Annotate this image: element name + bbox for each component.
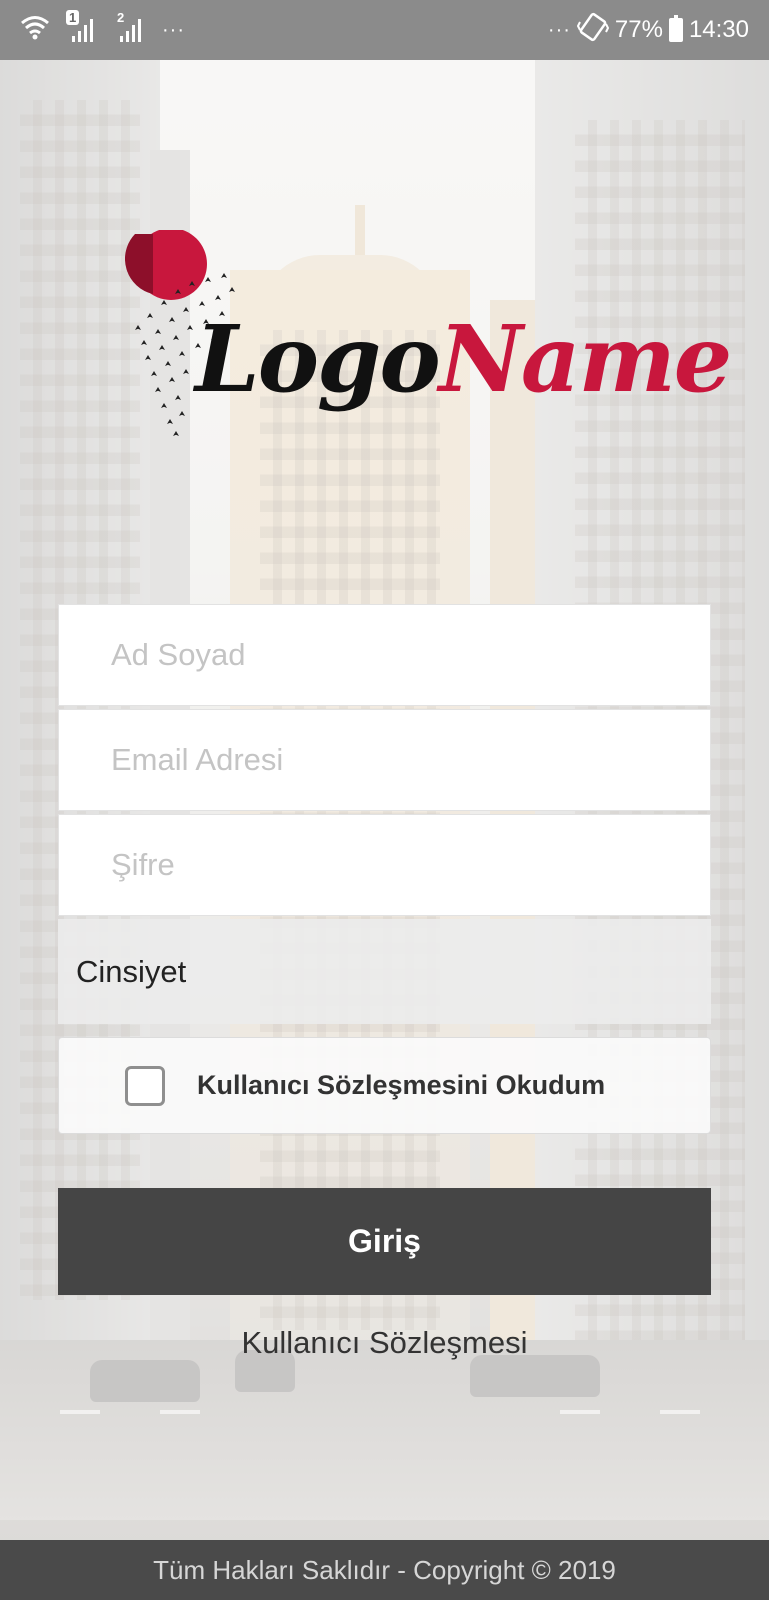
more-icons-indicator: ··· <box>547 18 571 41</box>
login-button[interactable]: Giriş <box>58 1188 711 1295</box>
logo-wordmark: LogoName <box>195 305 733 413</box>
email-input[interactable] <box>111 742 710 778</box>
footer: Tüm Hakları Saklıdır - Copyright © 2019 <box>0 1540 769 1600</box>
logo-word-1: Logo <box>195 305 441 413</box>
signal-icon: 2 <box>114 10 146 44</box>
name-input[interactable] <box>111 637 710 673</box>
battery-percent: 77% <box>614 16 663 43</box>
clock: 14:30 <box>688 16 749 43</box>
copyright-text: Tüm Hakları Saklıdır - Copyright © 2019 <box>153 1554 616 1585</box>
agreement-label: Kullanıcı Sözleşmesini Okudum <box>197 1070 606 1100</box>
name-field[interactable] <box>58 604 711 706</box>
app-logo: LogoName <box>124 228 732 460</box>
signal-icon: 1 <box>66 10 98 44</box>
agreement-checkbox[interactable] <box>125 1065 165 1106</box>
password-field[interactable] <box>58 814 711 916</box>
sim1-badge: 1 <box>66 10 80 25</box>
registration-form: Cinsiyet Kullanıcı Sözleşmesini Okudum G… <box>58 604 711 1361</box>
user-agreement-link[interactable]: Kullanıcı Sözleşmesi <box>58 1325 711 1361</box>
status-bar: 1 2 ··· ··· 77% 14:30 <box>0 0 769 60</box>
battery-icon <box>668 15 683 42</box>
vibrate-icon <box>576 12 610 49</box>
gender-select[interactable]: Cinsiyet <box>58 919 711 1024</box>
agreement-checkbox-row[interactable]: Kullanıcı Sözleşmesini Okudum <box>58 1037 711 1134</box>
wifi-icon <box>20 14 50 47</box>
logo-word-2: Name <box>438 305 733 413</box>
email-field[interactable] <box>58 709 711 811</box>
more-notifications-icon: ··· <box>162 18 185 41</box>
password-input[interactable] <box>111 847 710 883</box>
sim2-badge: 2 <box>117 10 125 25</box>
